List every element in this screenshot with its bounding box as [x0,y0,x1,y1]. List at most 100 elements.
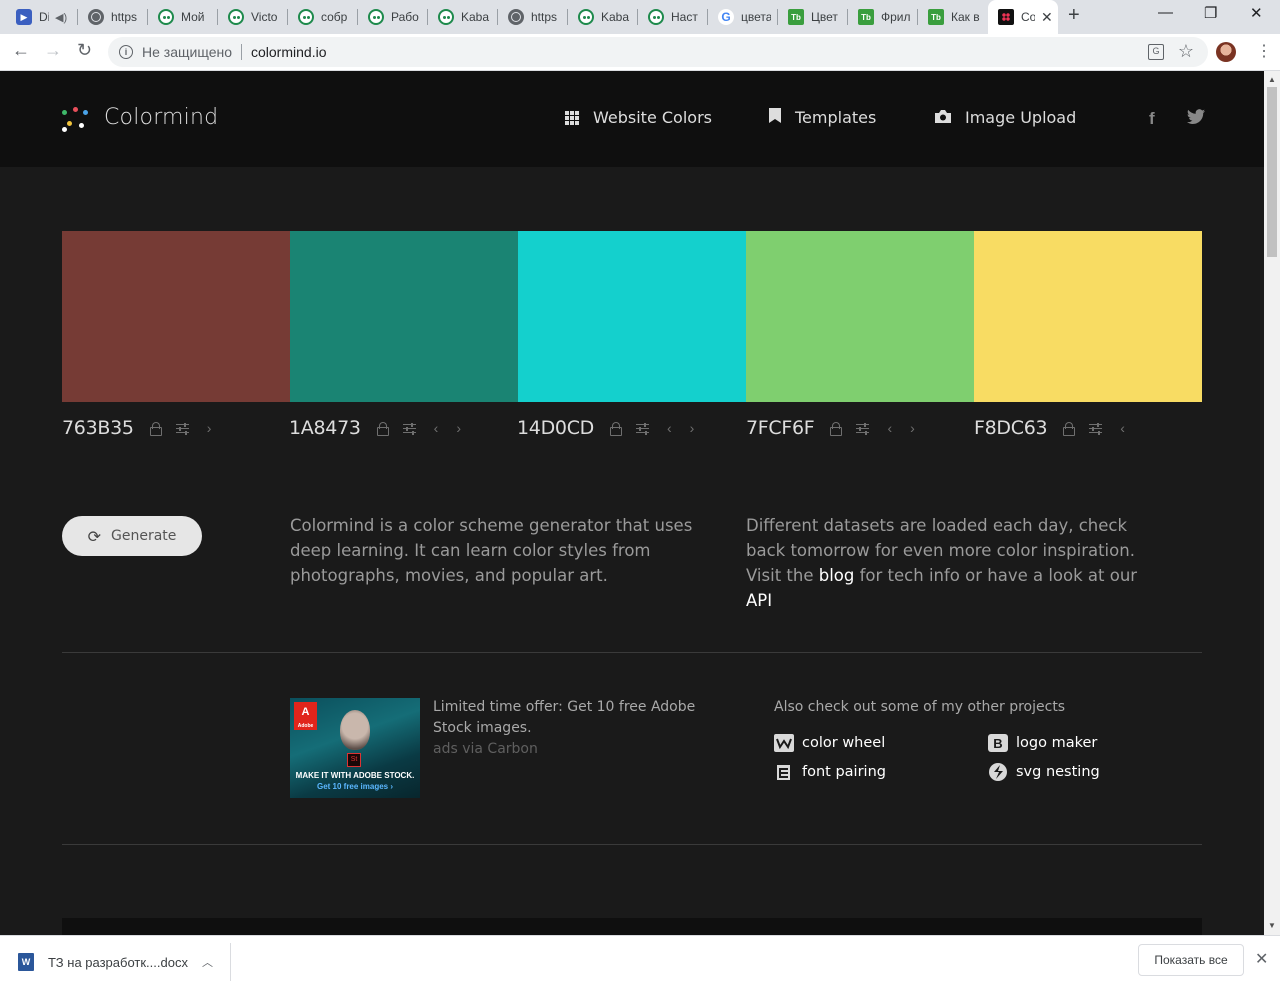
browser-tab[interactable]: Tb Как в [918,0,988,34]
color-swatch[interactable] [518,231,746,402]
browser-tab[interactable]: Kaba [568,0,638,34]
forward-button[interactable]: → [44,40,62,61]
info-icon[interactable]: i [119,45,133,59]
chevron-right-icon[interactable]: › [910,420,915,436]
browser-tab[interactable]: https [498,0,568,34]
page-scrollbar[interactable]: ▲ ▼ [1264,71,1280,935]
color-swatch[interactable] [62,231,290,402]
chevron-left-icon[interactable]: ‹ [1120,420,1125,436]
project-link-svg-nesting[interactable]: svg nesting [988,763,1100,781]
nav-website-colors[interactable]: Website Colors [565,108,712,127]
divider [62,844,1202,845]
hex-code[interactable]: 1A8473 [289,417,361,439]
profile-avatar[interactable] [1216,42,1236,62]
url-text[interactable]: colormind.io [251,44,326,60]
ad-image[interactable]: A Adobe St MAKE IT WITH ADOBE STOCK. Get … [290,698,420,798]
close-window-button[interactable]: ✕ [1250,4,1263,22]
browser-tab[interactable]: Наст [638,0,708,34]
color-swatch[interactable] [974,231,1202,402]
tb-icon: Tb [928,9,944,25]
blue-square-icon: ▶ [16,9,32,25]
datasets-text: Different datasets are loaded each day, … [746,516,1138,610]
lock-icon[interactable] [149,422,162,436]
lock-icon[interactable] [830,422,843,436]
hex-code[interactable]: 14D0CD [517,417,594,439]
browser-tab[interactable]: ▶ Di ◀) [6,0,78,34]
show-all-downloads-button[interactable]: Показать все [1138,944,1244,976]
hex-code[interactable]: 763B35 [62,417,134,439]
restore-button[interactable]: ❐ [1204,4,1217,22]
blog-link[interactable]: blog [819,566,855,585]
api-link[interactable]: API [746,591,772,610]
browser-tab[interactable]: Tb Цвет [778,0,848,34]
adjust-icon[interactable] [175,422,189,435]
globe-icon [88,9,104,25]
green-owl-icon [578,9,594,25]
browser-tab[interactable]: собр [288,0,358,34]
ad-text[interactable]: Limited time offer: Get 10 free Adobe St… [433,697,723,739]
security-label: Не защищено [142,44,232,60]
scrollbar-thumb[interactable] [1267,87,1277,257]
chevron-up-icon[interactable]: ︿ [202,954,213,970]
back-button[interactable]: ← [12,40,30,61]
close-shelf-icon[interactable]: ✕ [1255,949,1268,969]
adjust-icon[interactable] [1089,422,1103,435]
download-item[interactable]: W ТЗ на разработк....docx ︿ [18,953,213,971]
project-link-color-wheel[interactable]: color wheel [774,734,885,752]
adjust-icon[interactable] [856,422,870,435]
twitter-icon[interactable] [1187,109,1205,129]
chevron-right-icon[interactable]: › [456,420,461,436]
browser-tab[interactable]: Мой [148,0,218,34]
minimize-button[interactable]: — [1158,4,1173,21]
scroll-down-icon[interactable]: ▼ [1268,921,1276,930]
chevron-left-icon[interactable]: ‹ [434,420,439,436]
svg-text:B: B [993,736,1002,751]
browser-tab[interactable]: Kaba [428,0,498,34]
colormind-logo-icon[interactable] [62,107,90,133]
menu-icon[interactable]: ⋮ [1256,41,1272,61]
chevron-left-icon[interactable]: ‹ [667,420,672,436]
adjust-icon[interactable] [636,422,649,435]
adobe-logo-icon: A Adobe [294,702,317,730]
adjust-icon[interactable] [402,422,416,435]
color-swatch[interactable] [290,231,518,402]
lock-icon[interactable] [1063,422,1076,436]
green-owl-icon [228,9,244,25]
close-tab-icon[interactable]: ✕ [1041,9,1053,26]
hex-code[interactable]: 7FCF6F [746,417,815,439]
browser-tab[interactable]: Victo [218,0,288,34]
address-bar[interactable]: i Не защищено colormind.io G ☆ [108,37,1208,67]
chevron-right-icon[interactable]: › [690,420,695,436]
site-header: Colormind Website Colors Templates Image… [0,71,1264,167]
bookmark-star-icon[interactable]: ☆ [1178,41,1194,62]
lock-icon[interactable] [376,422,389,436]
speaker-icon[interactable]: ◀) [55,11,67,24]
browser-tab[interactable]: Tb Фрил [848,0,918,34]
hex-code[interactable]: F8DC63 [974,417,1048,439]
browser-tab[interactable]: Рабо [358,0,428,34]
site-logo-text[interactable]: Colormind [104,105,218,130]
swatch-label: 14D0CD ‹ › [517,417,694,439]
browser-tab-active[interactable]: Co ✕ [988,0,1058,34]
color-swatch[interactable] [746,231,974,402]
project-link-font-pairing[interactable]: font pairing [774,763,886,781]
generate-button[interactable]: ⟳ Generate [62,516,202,556]
nav-image-upload[interactable]: Image Upload [935,108,1076,127]
chevron-left-icon[interactable]: ‹ [887,420,892,436]
page-viewport: Colormind Website Colors Templates Image… [0,71,1264,935]
ad-via[interactable]: ads via Carbon [433,741,538,757]
new-tab-button[interactable]: + [1068,4,1080,27]
nav-templates[interactable]: Templates [769,108,876,127]
browser-tab[interactable]: https [78,0,148,34]
scroll-up-icon[interactable]: ▲ [1268,75,1276,84]
next-section [62,918,1202,935]
reload-button[interactable]: ↻ [77,40,92,61]
chevron-right-icon[interactable]: › [207,420,212,436]
translate-icon[interactable]: G [1148,44,1164,60]
lock-icon[interactable] [610,422,622,436]
font-pairing-icon [774,763,794,781]
project-link-logo-maker[interactable]: B logo maker [988,734,1097,752]
facebook-icon[interactable]: f [1149,109,1155,129]
swatch-label: 7FCF6F ‹ › [746,417,915,439]
browser-tab[interactable]: G цвета [708,0,778,34]
